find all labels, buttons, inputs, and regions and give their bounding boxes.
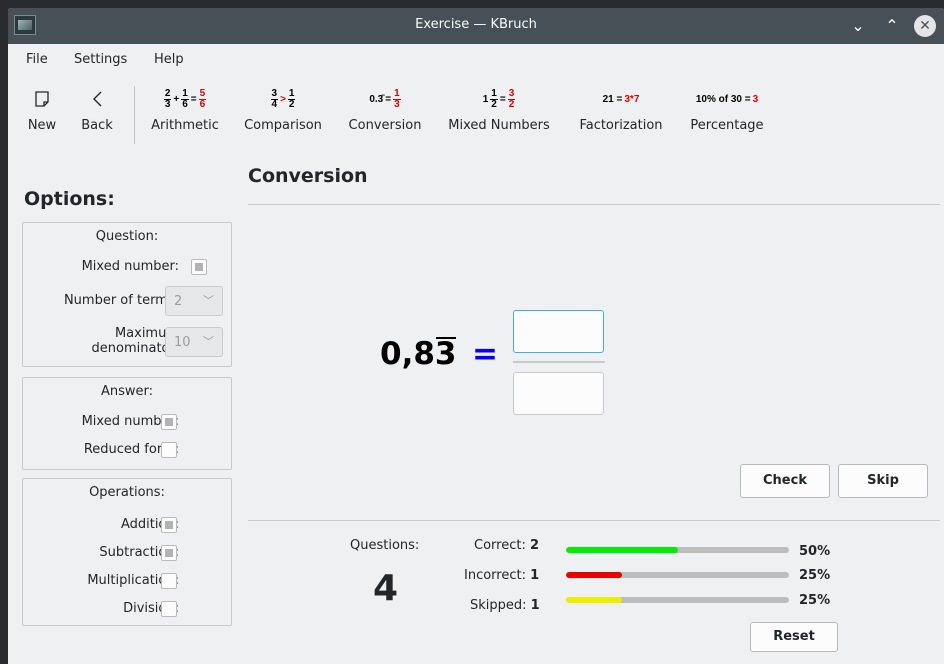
- main-content: Options: Question: Mixed number: Number …: [8, 152, 944, 664]
- answer-group-title: Answer:: [100, 384, 154, 399]
- chevron-down-icon: ﹀: [203, 335, 214, 348]
- incorrect-progress-bar: [566, 572, 789, 578]
- correct-label: Correct: 2: [474, 538, 540, 553]
- operations-group-title: Operations:: [89, 485, 165, 500]
- answer-mixed-number-checkbox[interactable]: [161, 414, 177, 430]
- title-bar: Exercise — KBruch ⌄ ⌃ ✕: [8, 8, 944, 44]
- percentage-button[interactable]: 10% of 30 = 3 Percentage: [682, 80, 772, 144]
- percentage-icon: 10% of 30 = 3: [695, 93, 759, 105]
- reset-button[interactable]: Reset: [750, 622, 838, 652]
- questions-label: Questions:: [350, 538, 420, 553]
- decimal-number: 0,83: [380, 336, 457, 372]
- factorization-button[interactable]: 21 = 3*7 Factorization: [572, 80, 670, 144]
- numerator-input[interactable]: [513, 310, 604, 353]
- incorrect-percentage: 25%: [799, 568, 831, 583]
- back-button[interactable]: Back: [74, 80, 120, 144]
- correct-progress-bar: [566, 547, 789, 553]
- conversion-icon: 0.3̄ = 13: [369, 87, 401, 110]
- window-title: Exercise — KBruch: [415, 17, 537, 32]
- question-mixed-number-checkbox[interactable]: [191, 259, 207, 275]
- exercise-title: Conversion: [248, 165, 368, 187]
- questions-count: 4: [373, 568, 399, 609]
- correct-fill: [566, 547, 678, 553]
- menu-bar: File Settings Help: [8, 44, 944, 72]
- mixed-numbers-button[interactable]: 1 12 = 32 Mixed Numbers: [440, 80, 558, 144]
- new-document-icon: [20, 80, 64, 118]
- number-of-terms-label: Number of terms:: [63, 293, 179, 308]
- conversion-button[interactable]: 0.3̄ = 13 Conversion: [342, 80, 428, 144]
- menu-file[interactable]: File: [26, 52, 48, 67]
- skipped-label: Skipped: 1: [470, 598, 540, 613]
- comparison-button[interactable]: 34 > 12 Comparison: [237, 80, 329, 144]
- title-divider: [248, 204, 940, 205]
- kbruch-window: Exercise — KBruch ⌄ ⌃ ✕ File Settings He…: [8, 8, 944, 664]
- new-button[interactable]: New: [20, 80, 64, 144]
- menu-help[interactable]: Help: [154, 52, 184, 67]
- arithmetic-icon: 23 + 16 = 56: [163, 87, 207, 110]
- chevron-left-icon: [74, 80, 120, 118]
- repeating-digit: 3: [434, 336, 457, 372]
- skipped-progress-bar: [566, 597, 789, 603]
- max-denominator-select[interactable]: 10 ﹀: [165, 327, 223, 357]
- fraction-bar: [513, 361, 605, 363]
- denominator-input[interactable]: [513, 372, 604, 415]
- question-group: Question: Mixed number: Number of terms:…: [22, 222, 232, 367]
- toolbar-separator: [134, 86, 135, 144]
- reduced-form-checkbox[interactable]: [161, 442, 177, 458]
- comparison-icon: 34 > 12: [270, 87, 296, 110]
- skipped-percentage: 25%: [799, 593, 831, 608]
- menu-settings[interactable]: Settings: [74, 52, 127, 67]
- equals-sign: =: [472, 336, 498, 372]
- minimize-icon[interactable]: ⌄: [846, 14, 870, 38]
- division-checkbox[interactable]: [161, 601, 177, 617]
- factorization-icon: 21 = 3*7: [602, 93, 640, 105]
- stats-divider: [248, 520, 940, 521]
- skipped-fill: [566, 597, 622, 603]
- operations-group: Operations: Addition: Subtraction: Multi…: [22, 478, 232, 626]
- skip-button[interactable]: Skip: [838, 464, 928, 498]
- subtraction-checkbox[interactable]: [161, 545, 177, 561]
- toolbar: New Back 23 + 16 = 56 Arithmetic 3 4 > 1…: [8, 80, 944, 148]
- mixed-numbers-icon: 1 12 = 32: [482, 87, 516, 110]
- incorrect-label: Incorrect: 1: [464, 568, 540, 583]
- chevron-down-icon: ﹀: [203, 294, 214, 307]
- question-group-title: Question:: [95, 229, 159, 244]
- maximize-icon[interactable]: ⌃: [880, 14, 904, 38]
- correct-percentage: 50%: [799, 544, 831, 559]
- incorrect-fill: [566, 572, 622, 578]
- close-icon[interactable]: ✕: [914, 15, 936, 37]
- multiplication-checkbox[interactable]: [161, 573, 177, 589]
- addition-checkbox[interactable]: [161, 517, 177, 533]
- check-button[interactable]: Check: [740, 464, 830, 498]
- options-title: Options:: [24, 188, 115, 210]
- question-mixed-number-label: Mixed number:: [81, 259, 179, 274]
- arithmetic-button[interactable]: 23 + 16 = 56 Arithmetic: [145, 80, 225, 144]
- number-of-terms-select[interactable]: 2 ﹀: [165, 286, 223, 316]
- answer-group: Answer: Mixed number: Reduced form:: [22, 377, 232, 470]
